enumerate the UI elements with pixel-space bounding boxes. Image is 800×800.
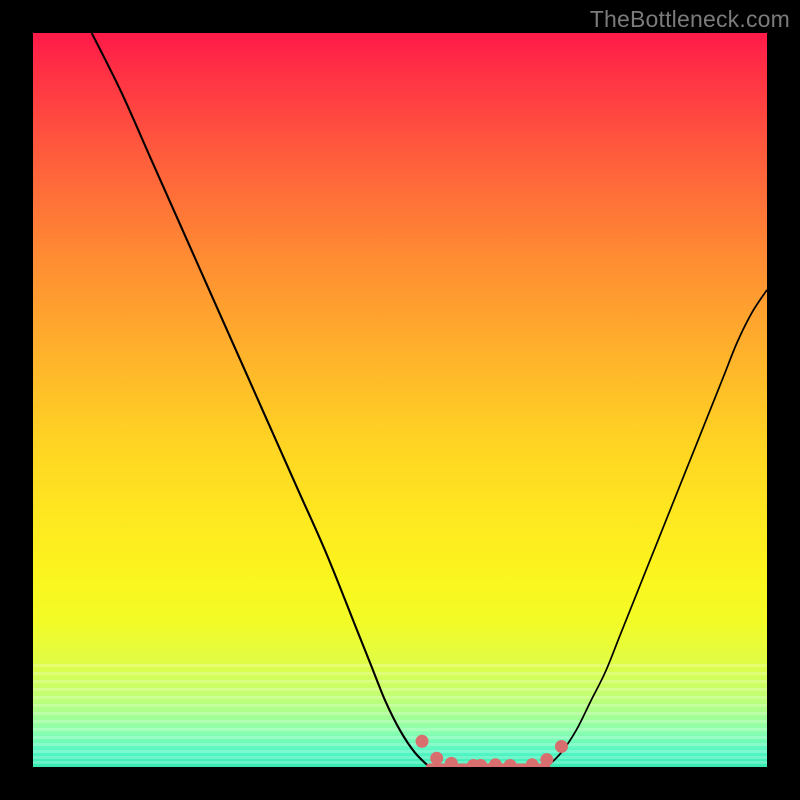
valley-marker: [489, 758, 502, 767]
left-curve-path: [92, 33, 430, 767]
valley-markers-group: [416, 735, 568, 767]
right-curve-path: [547, 290, 767, 767]
curve-layer: [33, 33, 767, 767]
valley-marker: [445, 757, 458, 767]
plot-area: [33, 33, 767, 767]
chart-frame: TheBottleneck.com: [0, 0, 800, 800]
gradient-stripes: [33, 657, 767, 767]
watermark-text: TheBottleneck.com: [590, 6, 790, 33]
valley-marker: [540, 753, 553, 766]
valley-marker: [555, 740, 568, 753]
valley-marker: [430, 752, 443, 765]
valley-marker: [474, 759, 487, 767]
valley-marker: [467, 759, 480, 767]
valley-marker: [416, 735, 429, 748]
valley-marker: [526, 758, 539, 767]
valley-marker: [504, 759, 517, 767]
